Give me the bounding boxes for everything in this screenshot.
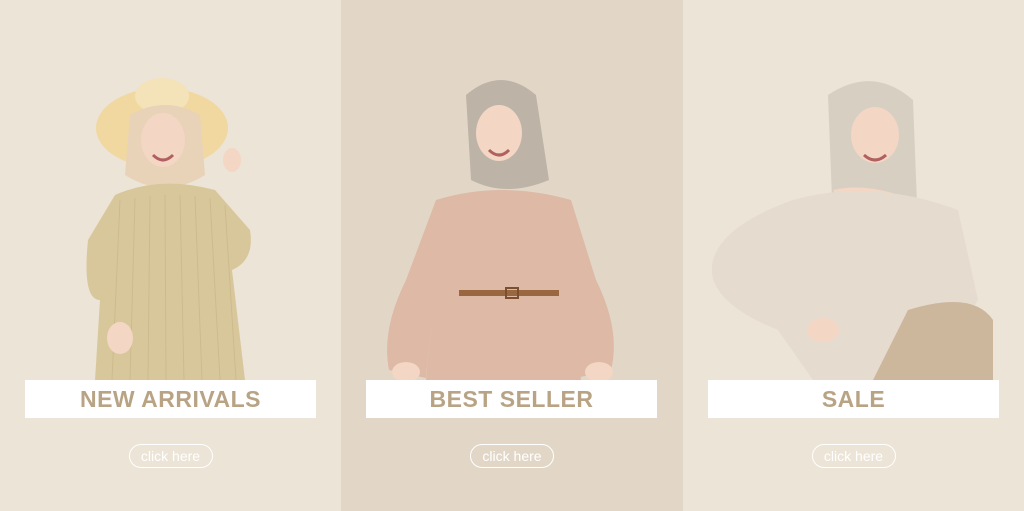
sale-label[interactable]: SALE <box>708 380 999 418</box>
new-arrivals-click-button[interactable]: click here <box>128 444 213 468</box>
sale-title: SALE <box>821 385 886 412</box>
panel-sale[interactable]: SALE click here <box>683 0 1024 511</box>
best-seller-label[interactable]: BEST SELLER <box>366 380 657 418</box>
best-seller-click-button[interactable]: click here <box>470 444 554 468</box>
panel-new-arrivals[interactable]: NEW ARRIVALS click here <box>0 0 341 511</box>
best-seller-title: BEST SELLER <box>429 385 594 412</box>
new-arrivals-label[interactable]: NEW ARRIVALS <box>25 380 316 418</box>
model-photo-new-arrivals <box>0 0 341 511</box>
sale-click-button[interactable]: click here <box>811 444 896 468</box>
panel-best-seller[interactable]: BEST SELLER click here <box>341 0 683 511</box>
model-photo-best-seller <box>341 0 683 511</box>
model-photo-sale <box>683 0 1024 511</box>
new-arrivals-title: NEW ARRIVALS <box>79 385 262 412</box>
promo-banner: NEW ARRIVALS click here BEST SELLER clic… <box>0 0 1024 511</box>
